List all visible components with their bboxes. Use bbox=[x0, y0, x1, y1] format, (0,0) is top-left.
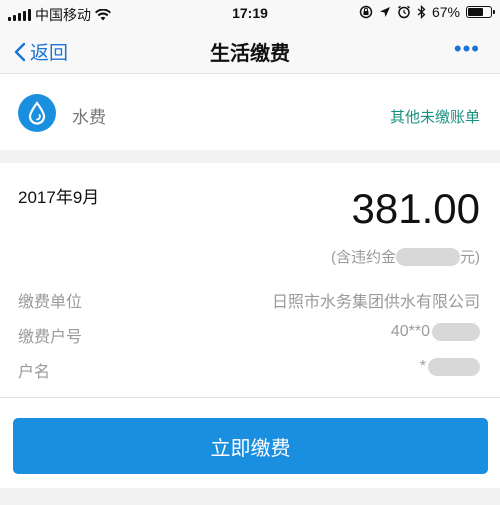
redacted-value bbox=[428, 358, 480, 376]
section-separator bbox=[0, 150, 500, 163]
detail-value: 40**0 bbox=[391, 323, 480, 341]
late-fee-suffix: 元) bbox=[460, 249, 480, 266]
redacted-value bbox=[432, 323, 480, 341]
detail-label: 缴费户号 bbox=[18, 329, 83, 346]
detail-label: 缴费单位 bbox=[18, 294, 83, 311]
bill-amount: 381.00 bbox=[351, 185, 480, 232]
bill-period: 2017年9月 bbox=[18, 188, 100, 207]
late-fee-note: (含违约金 元) bbox=[331, 246, 480, 267]
page-title: 生活缴费 bbox=[210, 43, 290, 65]
detail-row: 缴费户号 40**0 bbox=[0, 319, 500, 349]
detail-label: 户名 bbox=[18, 364, 51, 381]
location-arrow-icon bbox=[379, 7, 390, 17]
redacted-value bbox=[396, 247, 460, 266]
service-name: 水费 bbox=[72, 108, 106, 127]
detail-row: 户名 * bbox=[0, 354, 500, 384]
service-row: 水费 其他未缴账单 bbox=[0, 88, 500, 150]
nav-bar: 返回 生活缴费 ••• bbox=[0, 26, 500, 74]
status-bar: 中国移动 17:19 67% bbox=[0, 0, 500, 26]
detail-row: 缴费单位 日照市水务集团供水有限公司 bbox=[0, 284, 500, 314]
water-drop-icon bbox=[18, 94, 56, 132]
rotation-lock-icon bbox=[359, 5, 373, 19]
detail-value-text: 40**0 bbox=[390, 323, 430, 340]
other-bills-link[interactable]: 其他未缴账单 bbox=[390, 106, 480, 127]
detail-value: 日照市水务集团供水有限公司 bbox=[272, 288, 480, 312]
detail-value-text: * bbox=[419, 358, 426, 375]
late-fee-prefix: (含违约金 bbox=[331, 249, 396, 266]
detail-value: * bbox=[420, 358, 480, 376]
status-right: 67% bbox=[359, 4, 495, 20]
battery-percent: 67% bbox=[431, 4, 460, 20]
battery-icon bbox=[466, 6, 495, 18]
detail-value-text: 日照市水务集团供水有限公司 bbox=[271, 294, 480, 311]
bluetooth-icon bbox=[417, 5, 426, 19]
more-menu-button[interactable]: ••• bbox=[454, 36, 480, 62]
alarm-icon bbox=[398, 5, 410, 19]
battery-level bbox=[468, 8, 483, 16]
divider bbox=[0, 397, 500, 398]
bottom-strip bbox=[0, 488, 500, 505]
pay-now-button[interactable]: 立即缴费 bbox=[13, 418, 488, 474]
